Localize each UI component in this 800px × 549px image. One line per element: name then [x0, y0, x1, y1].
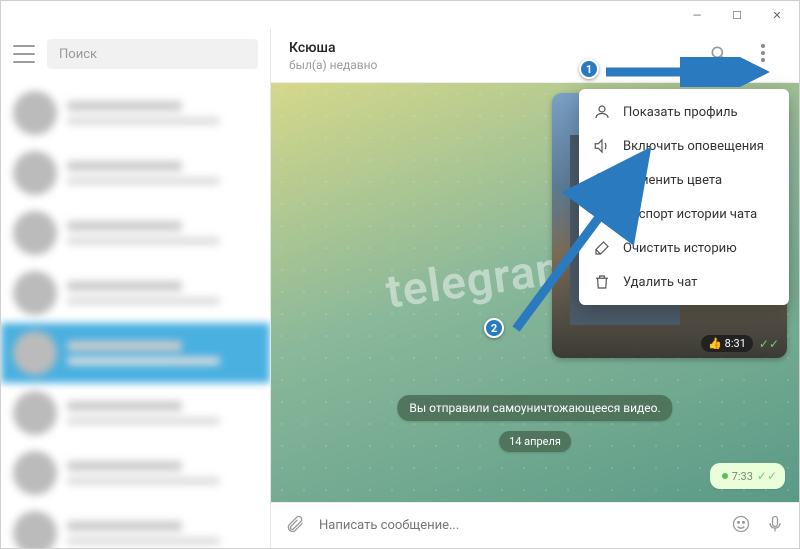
reaction-badge[interactable]: 👍 8:31	[701, 335, 753, 352]
chat-list-item[interactable]	[1, 203, 270, 263]
app-window: — ☐ ✕ Поиск Ксюша	[0, 0, 800, 549]
window-titlebar: — ☐ ✕	[1, 1, 799, 29]
menu-clear-history[interactable]: Очистить историю	[579, 231, 789, 265]
message-input[interactable]	[319, 518, 717, 533]
search-input[interactable]: Поиск	[47, 39, 258, 69]
chat-list-item[interactable]	[1, 143, 270, 203]
search-in-chat-icon[interactable]	[709, 44, 729, 68]
read-checkmarks-icon: ✓✓	[759, 337, 779, 351]
service-message: Вы отправили самоуничтожающееся видео.	[397, 395, 672, 421]
thumbs-up-icon: 👍	[708, 337, 722, 350]
menu-delete-chat[interactable]: Удалить чат	[579, 265, 789, 299]
chat-status: был(а) недавно	[289, 58, 709, 72]
menu-show-profile[interactable]: Показать профиль	[579, 95, 789, 129]
message-composer	[271, 502, 799, 548]
read-checkmarks-icon: ✓✓	[757, 469, 777, 483]
chat-more-options-button[interactable]	[751, 44, 775, 68]
chat-list	[1, 83, 270, 548]
annotation-callout-2: 2	[484, 318, 504, 338]
outgoing-message[interactable]: 7:33 ✓✓	[710, 463, 785, 489]
menu-export-history[interactable]: Экспорт истории чата	[579, 197, 789, 231]
chat-list-item[interactable]	[1, 443, 270, 503]
menu-enable-notifications[interactable]: Включить оповещения	[579, 129, 789, 163]
chat-list-item[interactable]	[1, 383, 270, 443]
chat-list-item[interactable]	[1, 83, 270, 143]
media-dot-icon	[722, 473, 728, 479]
emoji-icon[interactable]	[731, 514, 751, 538]
window-close-button[interactable]: ✕	[757, 2, 797, 28]
voice-icon[interactable]	[765, 514, 785, 538]
chat-title: Ксюша	[289, 40, 709, 56]
chat-list-item[interactable]	[1, 263, 270, 323]
chat-header: Ксюша был(а) недавно	[271, 29, 799, 83]
chat-options-dropdown: Показать профиль Включить оповещения Изм…	[579, 89, 789, 305]
sidebar: Поиск	[1, 29, 271, 548]
chat-panel: Ксюша был(а) недавно telegramas.ru	[271, 29, 799, 548]
window-maximize-button[interactable]: ☐	[717, 2, 757, 28]
date-divider: 14 апреля	[499, 431, 571, 452]
menu-hamburger-icon[interactable]	[13, 45, 35, 63]
annotation-callout-1: 1	[579, 59, 599, 79]
window-minimize-button[interactable]: —	[677, 2, 717, 28]
message-time: 7:33	[732, 470, 753, 483]
chat-list-item-active[interactable]	[1, 323, 270, 383]
menu-change-colors[interactable]: Изменить цвета	[579, 163, 789, 197]
chat-list-item[interactable]	[1, 503, 270, 548]
attach-icon[interactable]	[285, 514, 305, 538]
